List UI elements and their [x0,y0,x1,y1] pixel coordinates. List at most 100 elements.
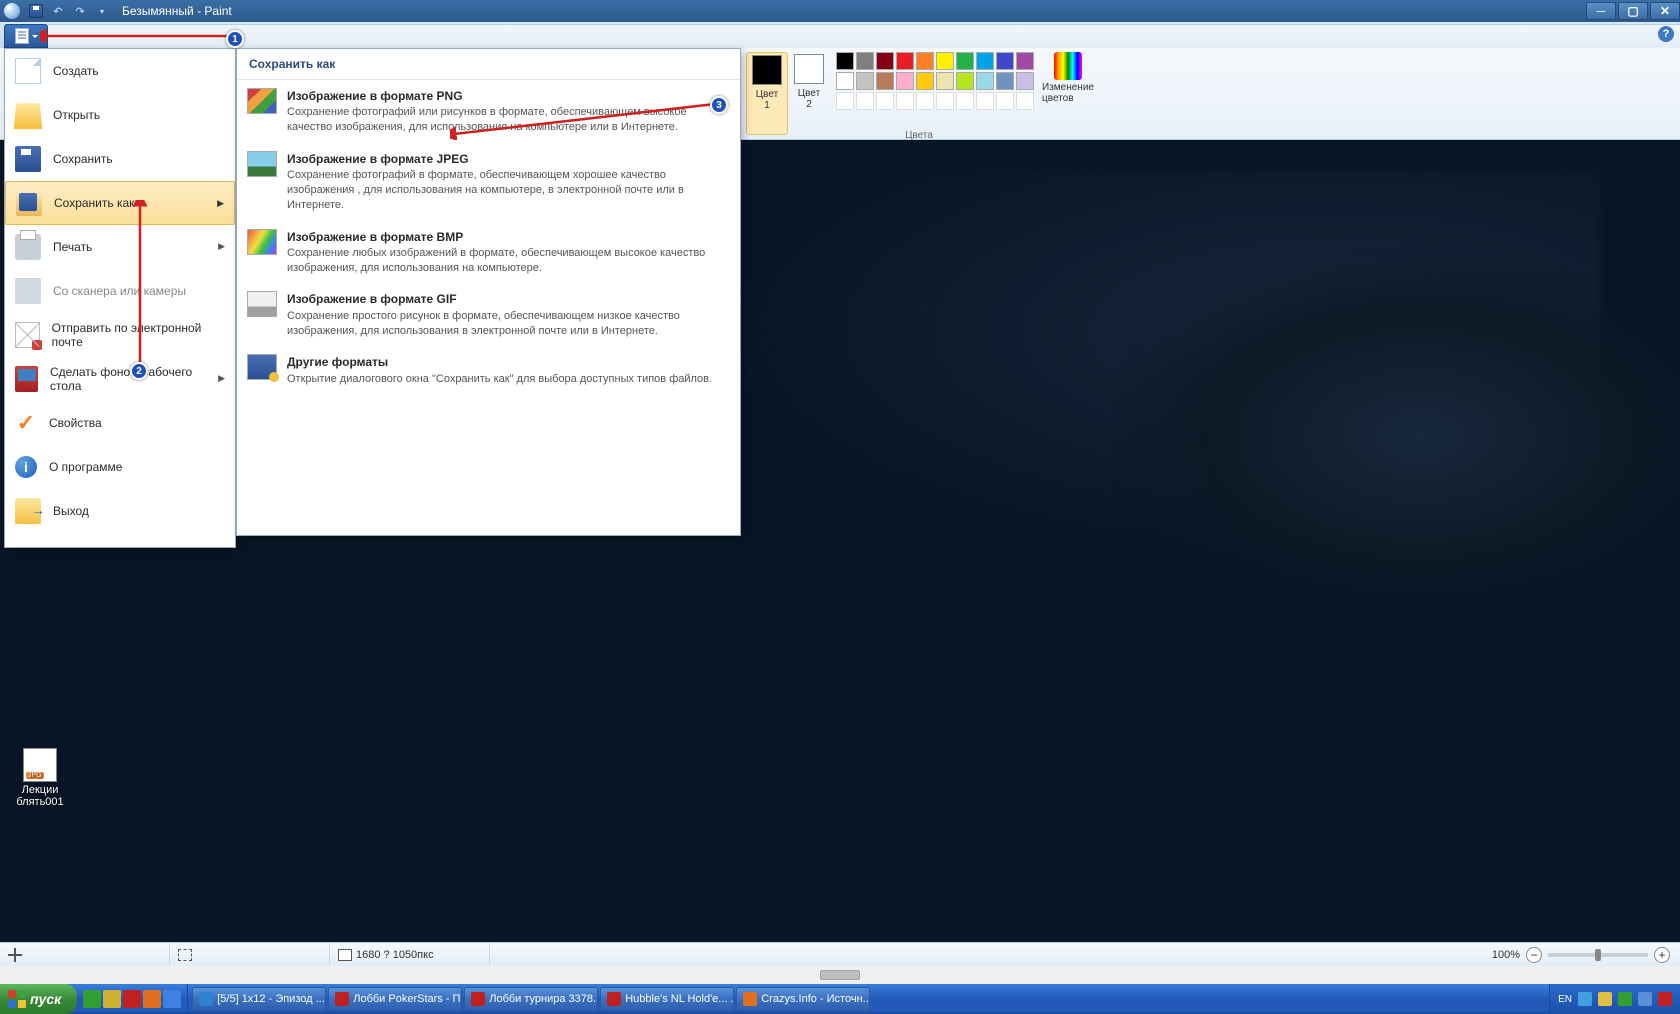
desktop-file-label: Лекции блять001 [16,784,63,808]
ql-icon[interactable] [103,990,121,1008]
palette-color[interactable] [976,52,994,70]
menu-about[interactable]: iО программе [5,445,235,489]
jpg-file-icon [23,748,57,782]
menu-item-label: Сделать фоном рабочего стола [50,365,206,393]
menu-new[interactable]: Создать [5,49,235,93]
tray-icon[interactable] [1598,992,1612,1006]
palette-color[interactable] [856,72,874,90]
tray-icon[interactable] [1658,992,1672,1006]
format-desc: Открытие диалогового окна "Сохранить как… [287,372,712,387]
palette-color[interactable] [876,92,894,110]
palette-color[interactable] [896,52,914,70]
palette-color[interactable] [876,52,894,70]
window-title: Безымянный - Paint [122,4,232,18]
zoom-in-button[interactable]: + [1654,947,1670,963]
menu-exit[interactable]: Выход [5,489,235,533]
ribbon-tab-area [48,24,1680,48]
palette-color[interactable] [976,92,994,110]
taskbar-app-button[interactable]: Лобби турнира 3378... [464,987,598,1011]
palette-color[interactable] [876,72,894,90]
edit-colors-label: Изменение цветов [1042,82,1094,104]
menu-open[interactable]: Открыть [5,93,235,137]
palette-color[interactable] [936,72,954,90]
palette-color[interactable] [836,72,854,90]
tray-icon[interactable] [1618,992,1632,1006]
ql-icon[interactable] [143,990,161,1008]
palette-color[interactable] [1016,52,1034,70]
palette-color[interactable] [996,52,1014,70]
edit-colors-button[interactable]: Изменение цветов [1044,52,1092,135]
submenu-arrow-icon: ▶ [218,373,225,384]
palette-color[interactable] [936,52,954,70]
menu-saveas[interactable]: Сохранить как▶ [5,181,235,225]
help-button[interactable]: ? [1658,26,1674,42]
taskbar-app-button[interactable]: [5/5] 1x12 - Эпизод ... [192,987,326,1011]
start-button[interactable]: пуск [0,984,77,1014]
horizontal-scrollbar[interactable] [0,966,1680,984]
ql-icon[interactable] [163,990,181,1008]
color2-button[interactable]: Цвет 2 [788,52,830,135]
taskbar-app-button[interactable]: Crazys.Info - Источн... [736,987,870,1011]
saveas-png[interactable]: Изображение в формате PNGСохранение фото… [237,80,740,143]
palette-color[interactable] [956,92,974,110]
palette-color[interactable] [996,92,1014,110]
palette-color[interactable] [916,92,934,110]
color1-button[interactable]: Цвет 1 [746,52,788,135]
caret-down-icon [32,35,38,38]
saveas-jpeg[interactable]: Изображение в формате JPEGСохранение фот… [237,143,740,221]
palette-color[interactable] [996,72,1014,90]
menu-email[interactable]: Отправить по электронной почте [5,313,235,357]
saveas-bmp[interactable]: Изображение в формате BMPСохранение любы… [237,221,740,284]
saveas-other[interactable]: Другие форматыОткрытие диалогового окна … [237,346,740,394]
palette-color[interactable] [896,72,914,90]
annotation-badge-1: 1 [226,30,244,48]
ql-icon[interactable] [123,990,141,1008]
saveas-gif[interactable]: Изображение в формате GIFСохранение прос… [237,283,740,346]
close-button[interactable]: ✕ [1650,2,1680,20]
palette-color[interactable] [896,92,914,110]
format-title: Изображение в формате BMP [287,229,730,245]
palette-color[interactable] [916,72,934,90]
zoom-slider[interactable] [1548,953,1648,957]
app-icon [607,992,621,1006]
palette-color[interactable] [936,92,954,110]
palette-color[interactable] [976,72,994,90]
palette-color[interactable] [836,92,854,110]
zoom-out-button[interactable]: − [1526,947,1542,963]
menu-item-label: О программе [49,460,122,474]
tray-icon[interactable] [1578,992,1592,1006]
ql-icon[interactable] [83,990,101,1008]
desktop-file[interactable]: Лекции блять001 [14,748,66,808]
tray-icon[interactable] [1638,992,1652,1006]
menu-scan[interactable]: Со сканера или камеры [5,269,235,313]
palette-color[interactable] [836,52,854,70]
scroll-thumb[interactable] [820,970,860,980]
palette-color[interactable] [856,52,874,70]
palette-row-2 [836,72,1034,90]
menu-props[interactable]: Свойства [5,401,235,445]
qat-customize[interactable]: ▾ [92,2,112,20]
minimize-button[interactable]: ─ [1586,2,1616,20]
palette-color[interactable] [856,92,874,110]
rainbow-icon [1054,52,1082,80]
maximize-button[interactable]: ▢ [1618,2,1648,20]
qat-redo[interactable]: ↷ [70,2,90,20]
palette-color[interactable] [1016,72,1034,90]
palette-color[interactable] [956,72,974,90]
bmp-thumb-icon [247,229,277,255]
palette-color[interactable] [956,52,974,70]
menu-save[interactable]: Сохранить [5,137,235,181]
palette-color[interactable] [916,52,934,70]
annotation-badge-3: 3 [710,96,728,114]
menu-wall[interactable]: Сделать фоном рабочего стола ▶ [5,357,235,401]
qat-save[interactable] [26,2,46,20]
start-label: пуск [30,991,61,1007]
language-indicator[interactable]: EN [1558,994,1572,1005]
palette-color[interactable] [1016,92,1034,110]
taskbar-app-button[interactable]: Hubble's NL Hold'e... ... [600,987,734,1011]
status-cursor-pos [0,943,170,966]
file-menu-button[interactable] [4,24,48,48]
qat-undo[interactable]: ↶ [48,2,68,20]
taskbar-app-button[interactable]: Лобби PokerStars - П... [328,987,462,1011]
menu-print[interactable]: Печать▶ [5,225,235,269]
